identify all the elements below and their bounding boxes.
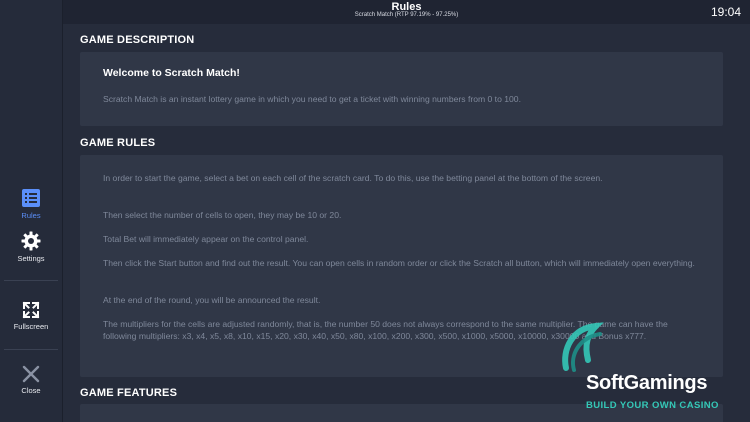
header-bar: Rules Scratch Match (RTP 97.19% - 97.25%… bbox=[63, 0, 750, 24]
sidebar-divider bbox=[4, 349, 58, 350]
rules-paragraph: In order to start the game, select a bet… bbox=[103, 173, 603, 183]
sidebar-item-label: Settings bbox=[17, 254, 45, 263]
watermark-tagline: BUILD YOUR OWN CASINO bbox=[586, 400, 719, 411]
sidebar-item-rules[interactable]: Rules bbox=[0, 188, 62, 220]
section-title-description: GAME DESCRIPTION bbox=[80, 34, 195, 46]
rules-paragraph: Then select the number of cells to open,… bbox=[103, 210, 342, 220]
description-card: Welcome to Scratch Match! Scratch Match … bbox=[80, 52, 723, 126]
welcome-heading: Welcome to Scratch Match! bbox=[103, 67, 240, 79]
sidebar-item-close[interactable]: Close bbox=[0, 365, 62, 395]
description-text: Scratch Match is an instant lottery game… bbox=[103, 94, 521, 104]
rules-paragraph: Total Bet will immediately appear on the… bbox=[103, 234, 309, 244]
sidebar-item-label: Fullscreen bbox=[13, 322, 49, 331]
sidebar-item-settings[interactable]: Settings bbox=[0, 231, 62, 263]
watermark-brand: SoftGamings bbox=[586, 372, 708, 394]
sidebar-divider bbox=[4, 280, 58, 281]
rules-paragraph: Then click the Start button and find out… bbox=[103, 258, 695, 268]
sidebar-item-label: Close bbox=[21, 386, 41, 395]
sidebar: Rules Settings Fullscreen Close bbox=[0, 0, 63, 422]
section-title-features: GAME FEATURES bbox=[80, 387, 178, 399]
rules-paragraph: At the end of the round, you will be ann… bbox=[103, 295, 321, 305]
fullscreen-icon bbox=[22, 301, 40, 319]
list-icon bbox=[22, 189, 40, 207]
close-icon bbox=[22, 365, 40, 383]
softgamings-logo-icon bbox=[562, 322, 604, 372]
section-title-rules: GAME RULES bbox=[80, 137, 156, 149]
sidebar-item-label: Rules bbox=[21, 211, 41, 220]
softgamings-watermark: SoftGamings BUILD YOUR OWN CASINO bbox=[558, 320, 750, 422]
page-subtitle: Scratch Match (RTP 97.19% - 97.25%) bbox=[354, 12, 459, 18]
sidebar-item-fullscreen[interactable]: Fullscreen bbox=[0, 301, 62, 331]
clock: 19:04 bbox=[710, 5, 741, 19]
gear-icon bbox=[21, 231, 41, 251]
